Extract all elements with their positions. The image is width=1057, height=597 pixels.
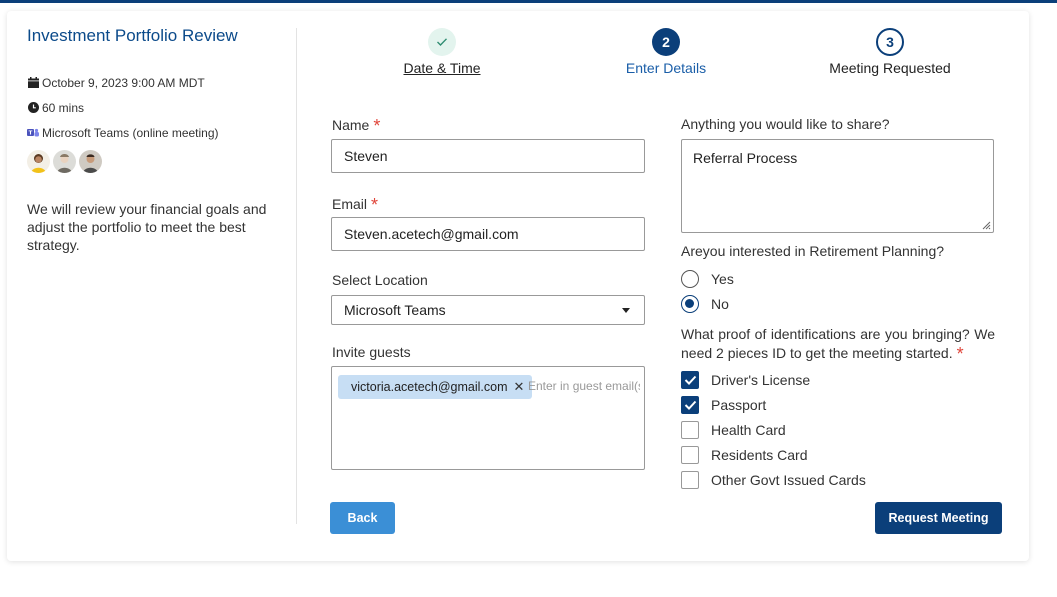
checkbox-label: Other Govt Issued Cards	[711, 472, 866, 488]
name-value: Steven	[344, 148, 388, 164]
avatar	[53, 150, 76, 173]
step-enter-details: 2 Enter Details	[613, 28, 719, 76]
retirement-label: Areyou interested in Retirement Planning…	[681, 243, 945, 259]
name-input[interactable]: Steven	[331, 139, 645, 173]
radio-no[interactable]: No	[681, 295, 729, 313]
step-date-time[interactable]: Date & Time	[397, 28, 487, 76]
attendee-avatars	[27, 150, 277, 173]
avatar	[27, 150, 50, 173]
required-asterisk: *	[371, 195, 379, 215]
event-title: Investment Portfolio Review	[27, 26, 238, 45]
share-value: Referral Process	[693, 150, 798, 166]
calendar-icon	[27, 77, 39, 89]
check-icon	[684, 375, 696, 385]
remove-guest-icon[interactable]: ✕	[514, 379, 525, 395]
checkbox-passport[interactable]: Passport	[681, 396, 766, 414]
location-label: Select Location	[332, 272, 428, 288]
required-asterisk: *	[956, 344, 964, 364]
location-value: Microsoft Teams	[344, 302, 446, 318]
radio-label: Yes	[711, 271, 734, 287]
email-label-text: Email	[332, 196, 368, 212]
guests-field[interactable]: victoria.acetech@gmail.com ✕	[331, 366, 645, 470]
teams-icon: T	[27, 127, 39, 139]
svg-text:T: T	[29, 131, 33, 137]
name-label-text: Name	[332, 117, 370, 133]
required-asterisk: *	[373, 116, 381, 136]
email-label: Email *	[332, 193, 379, 215]
email-input[interactable]: Steven.acetech@gmail.com	[331, 217, 645, 251]
caret-down-icon	[622, 308, 630, 313]
checkbox[interactable]	[681, 421, 699, 439]
guest-chip-email: victoria.acetech@gmail.com	[351, 380, 508, 394]
checkbox[interactable]	[681, 446, 699, 464]
checkbox-health-card[interactable]: Health Card	[681, 421, 786, 439]
guest-email-input[interactable]	[528, 379, 640, 393]
checkbox-label: Driver's License	[711, 372, 811, 388]
ids-label-text: What proof of identifications are you br…	[681, 326, 995, 361]
event-summary: Investment Portfolio Review October 9, 2…	[27, 26, 277, 254]
checkbox-label: Residents Card	[711, 447, 808, 463]
radio-button[interactable]	[681, 270, 699, 288]
checkbox[interactable]	[681, 471, 699, 489]
radio-button[interactable]	[681, 295, 699, 313]
step-label[interactable]: Date & Time	[397, 60, 487, 76]
checkbox[interactable]	[681, 371, 699, 389]
event-location-text: Microsoft Teams (online meeting)	[42, 125, 219, 140]
check-icon	[684, 400, 696, 410]
location-select[interactable]: Microsoft Teams	[331, 295, 645, 325]
event-duration: 60 mins	[27, 95, 277, 120]
share-textarea[interactable]: Referral Process	[681, 139, 994, 233]
event-datetime: October 9, 2023 9:00 AM MDT	[27, 70, 277, 95]
ids-label: What proof of identifications are you br…	[681, 325, 995, 364]
clock-icon	[27, 102, 39, 114]
step-number: 2	[652, 28, 680, 56]
avatar	[79, 150, 102, 173]
resize-grip-icon[interactable]	[981, 220, 991, 230]
radio-yes[interactable]: Yes	[681, 270, 734, 288]
email-value: Steven.acetech@gmail.com	[344, 226, 519, 242]
checkbox-other-govt-cards[interactable]: Other Govt Issued Cards	[681, 471, 866, 489]
step-meeting-requested: 3 Meeting Requested	[820, 28, 960, 76]
checkbox[interactable]	[681, 396, 699, 414]
step-number: 3	[876, 28, 904, 56]
event-duration-text: 60 mins	[42, 100, 85, 115]
request-meeting-button[interactable]: Request Meeting	[875, 502, 1002, 534]
radio-label: No	[711, 296, 729, 312]
top-accent-bar	[0, 0, 1057, 3]
event-location: T Microsoft Teams (online meeting)	[27, 120, 277, 145]
checkbox-drivers-license[interactable]: Driver's License	[681, 371, 810, 389]
checkbox-residents-card[interactable]: Residents Card	[681, 446, 808, 464]
checkbox-label: Passport	[711, 397, 767, 413]
event-description: We will review your financial goals and …	[27, 201, 267, 253]
guests-label: Invite guests	[332, 344, 411, 360]
panel-divider	[296, 28, 297, 524]
step-label: Meeting Requested	[829, 60, 951, 76]
event-datetime-text: October 9, 2023 9:00 AM MDT	[42, 75, 205, 90]
share-label: Anything you would like to share?	[681, 116, 890, 132]
checkbox-label: Health Card	[711, 422, 786, 438]
guest-chip: victoria.acetech@gmail.com ✕	[338, 375, 533, 399]
name-label: Name *	[332, 114, 381, 136]
check-icon	[428, 28, 456, 56]
back-button[interactable]: Back	[330, 502, 395, 534]
step-label: Enter Details	[625, 60, 707, 76]
